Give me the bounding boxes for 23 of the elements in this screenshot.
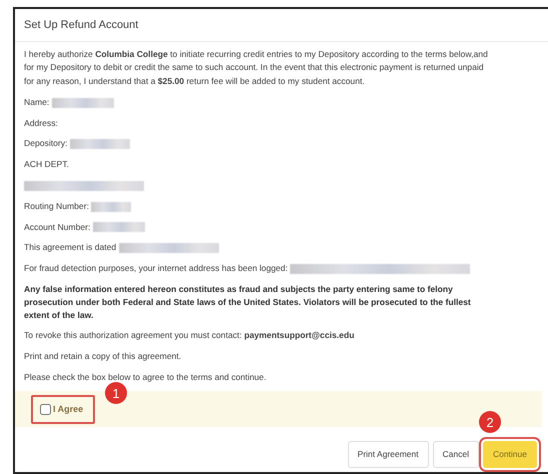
dialog-title: Set Up Refund Account [15,9,548,42]
body-text: Please check the box below to agree to the terms and continue. [24,370,268,384]
redacted-value [52,98,114,108]
field-label: Routing Number: [24,200,89,211]
redacted-value [91,202,132,212]
dialog-button[interactable]: Print Agreement [348,441,428,468]
warning-text: Any false information entered hereon constitutes as fraud and subjects the party entering same to felony prosecution under both Federal and State laws of the United States. Violators will be prosecuted to the fullest extent of the law. [24,283,472,322]
field-label: Account Number: [24,222,90,232]
field-label: This agreement is dated [24,242,116,252]
body-text: ACH DEPT. [24,158,70,172]
field-label: For fraud detection purposes, your internet address has been logged: [24,263,288,274]
redacted-value [92,222,145,232]
redacted-value [70,139,130,150]
agree-checkbox[interactable]: I Agree [31,394,96,424]
field-label: Name: [24,96,50,107]
body-text: I hereby authorize Columbia College to initiate recurring credit entries to my Depository according to the terms below,and for my Depository to debit or credit the same to such account. In the event that this electronic payment is returned unpaid for any reason, I understand that a $25.00 return fee will be added to my student account. [24,48,489,88]
body-text: Address: [24,116,59,130]
field-label: Depository: [24,138,68,148]
body-text: Print and retain a copy of this agreement. [24,350,182,363]
checkbox[interactable] [40,404,51,415]
body-text: To revoke this authorization agreement you must contact: paymentsupport@ccis.edu [24,329,356,342]
dialog-button[interactable]: Cancel [432,441,479,468]
callout-marker: 1 [105,382,127,404]
